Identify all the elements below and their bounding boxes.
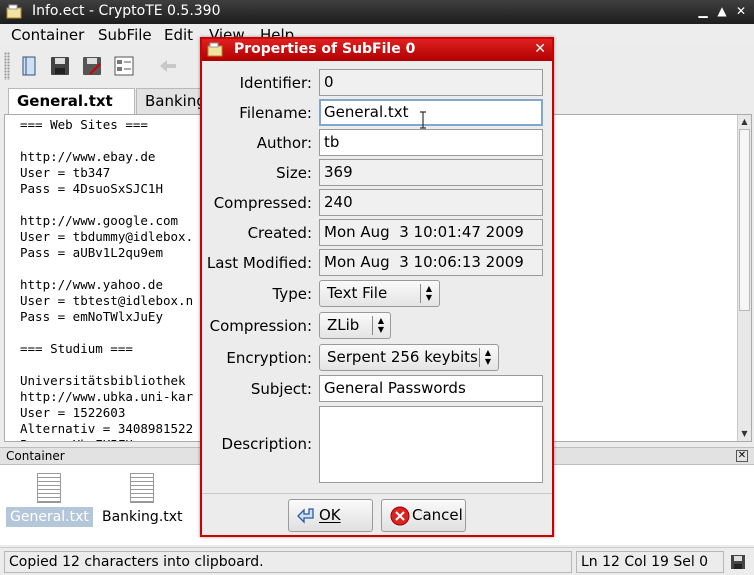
tab-general[interactable]: General.txt✕ (8, 88, 135, 125)
maximize-icon[interactable]: ▲ (713, 2, 731, 20)
panel-close-icon[interactable]: ✕ (736, 450, 748, 462)
cancel-icon (390, 506, 410, 526)
text-cursor-icon (420, 111, 426, 129)
dialog-titlebar[interactable]: Properties of SubFile 0 ✕ (202, 39, 552, 61)
close-icon[interactable]: ✕ (732, 2, 750, 20)
dialog-title: Properties of SubFile 0 (234, 41, 416, 57)
compression-select[interactable]: ZLib ▲ ▼ (319, 312, 391, 339)
scroll-up-icon[interactable]: ▲ (738, 115, 751, 129)
encryption-label: Encryption: (226, 349, 312, 367)
ok-arrow-icon (297, 508, 314, 524)
scrollbar-thumb[interactable] (739, 129, 750, 311)
tab-banking[interactable]: Banking (136, 88, 206, 114)
filename-field[interactable]: General.txt (319, 99, 543, 126)
modified-label: Last Modified: (206, 254, 312, 272)
file-name: Banking.txt (102, 509, 183, 525)
window-title: Info.ect - CryptoTE 0.5.390 (32, 3, 221, 19)
dialog-icon (207, 42, 223, 57)
compressed-label: Compressed: (213, 194, 312, 212)
open-icon[interactable] (18, 54, 42, 78)
undo-icon (160, 60, 176, 72)
spin-arrows-icon: ▲ ▼ (484, 348, 492, 366)
container-panel-title: Container (6, 449, 65, 463)
properties-dialog: Properties of SubFile 0 ✕ Identifier: 0 … (200, 37, 554, 537)
menu-subfile[interactable]: SubFile (98, 26, 152, 44)
compressed-field: 240 (319, 189, 543, 216)
file-item-general[interactable]: General.txt (6, 473, 93, 527)
file-item-banking[interactable]: Banking.txt (98, 473, 187, 525)
window-titlebar: Info.ect - CryptoTE 0.5.390 ▁ ▲ ✕ (0, 0, 754, 24)
filename-label: Filename: (239, 104, 312, 122)
subject-field[interactable]: General Passwords (319, 375, 543, 402)
description-label: Description: (221, 435, 312, 453)
toolbar-grip[interactable] (4, 52, 10, 80)
tab-label: Banking (145, 92, 206, 110)
save-icon[interactable] (48, 54, 72, 78)
compression-label: Compression: (209, 317, 312, 335)
created-label: Created: (247, 224, 312, 242)
minimize-icon[interactable]: ▁ (694, 2, 712, 20)
properties-icon[interactable] (112, 54, 136, 78)
dialog-divider (202, 493, 552, 494)
document-icon (130, 473, 155, 503)
type-select[interactable]: Text File ▲ ▼ (319, 280, 440, 307)
ok-button[interactable]: OK (288, 499, 373, 532)
description-textarea[interactable] (319, 406, 543, 483)
dialog-close-icon[interactable]: ✕ (534, 41, 546, 57)
spin-arrows-icon: ▲ ▼ (425, 284, 433, 302)
document-icon (37, 473, 62, 503)
type-value: Text File (327, 284, 388, 302)
save-as-icon[interactable] (80, 54, 104, 78)
modified-field: Mon Aug 3 10:06:13 2009 (319, 249, 543, 276)
scroll-down-icon[interactable]: ▼ (738, 427, 751, 441)
cancel-button[interactable]: Cancel (381, 499, 466, 532)
type-label: Type: (272, 285, 312, 303)
compression-value: ZLib (327, 316, 360, 334)
spin-arrows-icon: ▲ ▼ (377, 316, 385, 334)
statusbar: Copied 12 characters into clipboard. Ln … (0, 547, 754, 575)
editor-content[interactable]: === Web Sites === http://www.ebay.de Use… (20, 117, 193, 441)
encryption-value: Serpent 256 keybits (327, 348, 478, 366)
menu-container[interactable]: Container (11, 26, 84, 44)
tab-label: General.txt (17, 92, 113, 110)
ok-label: OK (319, 506, 341, 524)
cursor-position: Ln 12 Col 19 Sel 0 (576, 551, 724, 573)
encryption-select[interactable]: Serpent 256 keybits ▲ ▼ (319, 344, 499, 371)
cancel-label: Cancel (412, 506, 463, 524)
author-field[interactable]: tb (319, 129, 543, 156)
status-message: Copied 12 characters into clipboard. (4, 551, 572, 573)
vertical-scrollbar[interactable]: ▲ ▼ (737, 115, 751, 441)
identifier-label: Identifier: (239, 74, 312, 92)
created-field: Mon Aug 3 10:01:47 2009 (319, 219, 543, 246)
size-field: 369 (319, 159, 543, 186)
save-status-icon (731, 555, 745, 569)
app-icon (6, 4, 22, 19)
subject-label: Subject: (250, 380, 312, 398)
file-name: General.txt (6, 507, 93, 527)
size-label: Size: (276, 164, 312, 182)
author-label: Author: (256, 134, 312, 152)
identifier-field: 0 (319, 69, 543, 96)
menu-edit[interactable]: Edit (164, 26, 193, 44)
